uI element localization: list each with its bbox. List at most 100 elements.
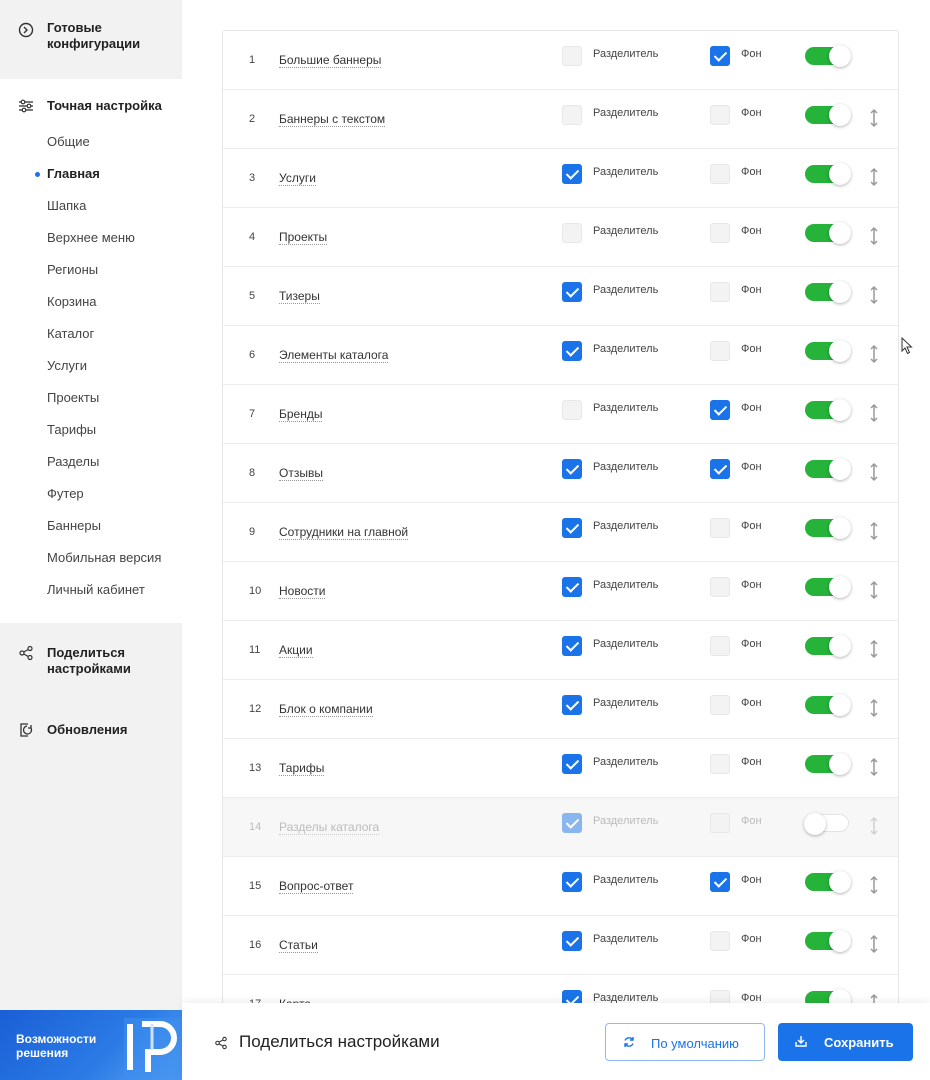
visibility-toggle[interactable] bbox=[805, 281, 851, 303]
background-checkbox[interactable] bbox=[710, 577, 730, 597]
drag-handle-icon[interactable] bbox=[868, 108, 880, 128]
drag-handle-icon[interactable] bbox=[868, 521, 880, 541]
drag-handle-icon[interactable] bbox=[868, 226, 880, 246]
separator-checkbox[interactable] bbox=[562, 400, 582, 420]
separator-checkbox[interactable] bbox=[562, 46, 582, 66]
separator-checkbox[interactable] bbox=[562, 872, 582, 892]
separator-checkbox[interactable] bbox=[562, 223, 582, 243]
drag-handle-icon[interactable] bbox=[868, 344, 880, 364]
block-name[interactable]: Вопрос-ответ bbox=[279, 879, 354, 894]
drag-handle-icon[interactable] bbox=[868, 285, 880, 305]
submenu-item[interactable]: Проекты bbox=[47, 390, 99, 406]
block-name[interactable]: Элементы каталога bbox=[279, 348, 389, 363]
submenu-item[interactable]: Футер bbox=[47, 486, 84, 502]
block-name[interactable]: Отзывы bbox=[279, 466, 323, 481]
visibility-toggle[interactable] bbox=[805, 694, 851, 716]
background-checkbox[interactable] bbox=[710, 459, 730, 479]
submenu-item[interactable]: Главная bbox=[47, 166, 100, 182]
block-name[interactable]: Разделы каталога bbox=[279, 820, 380, 835]
visibility-toggle[interactable] bbox=[805, 222, 851, 244]
visibility-toggle[interactable] bbox=[805, 517, 851, 539]
separator-checkbox[interactable] bbox=[562, 282, 582, 302]
sidebar-item-share[interactable]: Поделиться настройками bbox=[0, 645, 182, 679]
visibility-toggle[interactable] bbox=[805, 576, 851, 598]
block-name[interactable]: Баннеры с текстом bbox=[279, 112, 386, 127]
separator-checkbox[interactable] bbox=[562, 518, 582, 538]
separator-checkbox[interactable] bbox=[562, 577, 582, 597]
submenu-item[interactable]: Регионы bbox=[47, 262, 98, 278]
visibility-toggle[interactable] bbox=[805, 45, 851, 67]
visibility-toggle[interactable] bbox=[805, 340, 851, 362]
visibility-toggle[interactable] bbox=[805, 163, 851, 185]
background-checkbox[interactable] bbox=[710, 105, 730, 125]
drag-handle-icon[interactable] bbox=[868, 934, 880, 954]
submenu-item[interactable]: Разделы bbox=[47, 454, 99, 470]
separator-checkbox[interactable] bbox=[562, 164, 582, 184]
visibility-toggle[interactable] bbox=[805, 635, 851, 657]
submenu-item[interactable]: Тарифы bbox=[47, 422, 96, 438]
separator-checkbox[interactable] bbox=[562, 636, 582, 656]
background-checkbox[interactable] bbox=[710, 695, 730, 715]
share-settings-link[interactable]: Поделиться настройками bbox=[239, 1032, 440, 1052]
block-name[interactable]: Проекты bbox=[279, 230, 328, 245]
sidebar-item-ready-configs[interactable]: Готовые конфигурации bbox=[0, 20, 182, 60]
background-checkbox[interactable] bbox=[710, 46, 730, 66]
visibility-toggle[interactable] bbox=[804, 813, 849, 835]
drag-handle-icon[interactable] bbox=[868, 580, 880, 600]
separator-checkbox[interactable] bbox=[562, 695, 582, 715]
separator-checkbox[interactable] bbox=[562, 813, 582, 833]
block-name[interactable]: Новости bbox=[279, 584, 326, 599]
background-checkbox[interactable] bbox=[710, 223, 730, 243]
block-name[interactable]: Тарифы bbox=[279, 761, 325, 776]
drag-handle-icon[interactable] bbox=[868, 757, 880, 777]
submenu-item[interactable]: Баннеры bbox=[47, 518, 101, 534]
submenu-item[interactable]: Каталог bbox=[47, 326, 94, 342]
background-checkbox[interactable] bbox=[710, 931, 730, 951]
separator-checkbox[interactable] bbox=[562, 754, 582, 774]
visibility-toggle[interactable] bbox=[805, 930, 851, 952]
block-name[interactable]: Бренды bbox=[279, 407, 323, 422]
promo-banner[interactable]: Возможности решения bbox=[0, 1010, 182, 1080]
separator-checkbox[interactable] bbox=[562, 105, 582, 125]
block-name[interactable]: Тизеры bbox=[279, 289, 320, 304]
background-checkbox[interactable] bbox=[710, 400, 730, 420]
block-name[interactable]: Большие баннеры bbox=[279, 53, 382, 68]
background-checkbox[interactable] bbox=[710, 341, 730, 361]
separator-checkbox[interactable] bbox=[562, 459, 582, 479]
submenu-item[interactable]: Мобильная версия bbox=[47, 550, 161, 566]
save-button[interactable]: Сохранить bbox=[778, 1023, 913, 1061]
background-checkbox[interactable] bbox=[710, 636, 730, 656]
block-name[interactable]: Акции bbox=[279, 643, 313, 658]
background-checkbox[interactable] bbox=[710, 754, 730, 774]
drag-handle-icon[interactable] bbox=[868, 816, 880, 836]
separator-checkbox[interactable] bbox=[562, 341, 582, 361]
background-checkbox[interactable] bbox=[710, 518, 730, 538]
submenu-item[interactable]: Общие bbox=[47, 134, 90, 150]
drag-handle-icon[interactable] bbox=[868, 462, 880, 482]
block-name[interactable]: Услуги bbox=[279, 171, 316, 186]
background-checkbox[interactable] bbox=[710, 282, 730, 302]
background-checkbox[interactable] bbox=[710, 872, 730, 892]
drag-handle-icon[interactable] bbox=[868, 167, 880, 187]
sidebar-item-fine-tune[interactable]: Точная настройка bbox=[0, 98, 182, 116]
submenu-item[interactable]: Верхнее меню bbox=[47, 230, 135, 246]
visibility-toggle[interactable] bbox=[805, 104, 851, 126]
visibility-toggle[interactable] bbox=[805, 458, 851, 480]
drag-handle-icon[interactable] bbox=[868, 698, 880, 718]
background-checkbox[interactable] bbox=[710, 164, 730, 184]
drag-handle-icon[interactable] bbox=[868, 639, 880, 659]
block-name[interactable]: Статьи bbox=[279, 938, 318, 953]
visibility-toggle[interactable] bbox=[805, 871, 851, 893]
submenu-item[interactable]: Личный кабинет bbox=[47, 582, 145, 598]
submenu-item[interactable]: Корзина bbox=[47, 294, 97, 310]
submenu-item[interactable]: Шапка bbox=[47, 198, 86, 214]
background-checkbox[interactable] bbox=[710, 813, 730, 833]
drag-handle-icon[interactable] bbox=[868, 875, 880, 895]
submenu-item[interactable]: Услуги bbox=[47, 358, 87, 374]
separator-checkbox[interactable] bbox=[562, 931, 582, 951]
sidebar-item-updates[interactable]: Обновления bbox=[0, 722, 182, 740]
visibility-toggle[interactable] bbox=[805, 753, 851, 775]
drag-handle-icon[interactable] bbox=[868, 403, 880, 423]
block-name[interactable]: Сотрудники на главной bbox=[279, 525, 409, 540]
block-name[interactable]: Блок о компании bbox=[279, 702, 373, 717]
